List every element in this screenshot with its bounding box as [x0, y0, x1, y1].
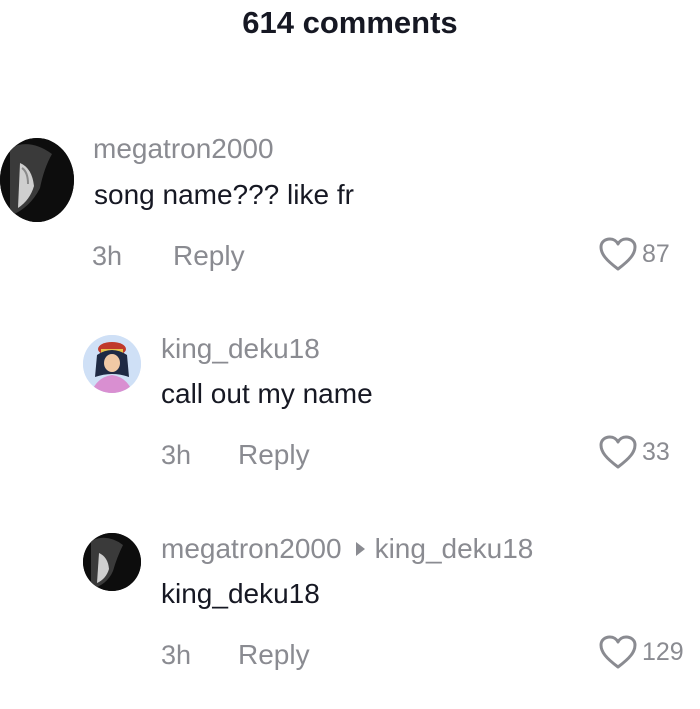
avatar-image	[83, 335, 141, 393]
reply-button[interactable]: Reply	[238, 439, 310, 471]
triangle-right-icon	[355, 541, 365, 556]
avatar-image	[0, 138, 74, 222]
heart-outline-icon	[599, 435, 637, 469]
comment-item: megatron2000 song name??? like fr 3h Rep…	[0, 130, 700, 290]
comment-username[interactable]: megatron2000	[93, 133, 274, 165]
like-count: 33	[642, 437, 670, 466]
avatar[interactable]	[0, 138, 74, 222]
reply-author[interactable]: megatron2000	[161, 533, 342, 564]
comment-text: song name??? like fr	[94, 179, 354, 210]
reply-button[interactable]: Reply	[238, 639, 310, 671]
heart-outline-icon	[599, 237, 637, 271]
reply-username[interactable]: king_deku18	[161, 333, 320, 365]
like-button[interactable]: 33	[598, 434, 670, 470]
like-button[interactable]: 87	[598, 236, 670, 272]
reply-username[interactable]: megatron2000 king_deku18	[161, 533, 533, 565]
like-count: 87	[642, 239, 670, 268]
comment-text: call out my name	[161, 378, 373, 409]
comment-item: king_deku18 call out my name 3h Reply 33	[0, 330, 700, 490]
like-button[interactable]: 129	[598, 634, 684, 670]
comment-timestamp: 3h	[161, 440, 192, 470]
comments-header: 614 comments	[0, 0, 700, 50]
comment-text: king_deku18	[161, 578, 320, 609]
like-count: 129	[642, 637, 684, 666]
reply-target-username[interactable]: king_deku18	[375, 533, 534, 564]
avatar[interactable]	[83, 335, 141, 393]
comment-timestamp: 3h	[92, 241, 123, 271]
reply-button[interactable]: Reply	[173, 240, 245, 272]
avatar-image	[83, 533, 141, 591]
comments-count-title: 614 comments	[242, 5, 458, 40]
comment-timestamp: 3h	[161, 640, 192, 670]
avatar[interactable]	[83, 533, 141, 591]
comment-item: megatron2000 king_deku18 king_deku18 3h R…	[0, 530, 700, 700]
heart-outline-icon	[599, 635, 637, 669]
